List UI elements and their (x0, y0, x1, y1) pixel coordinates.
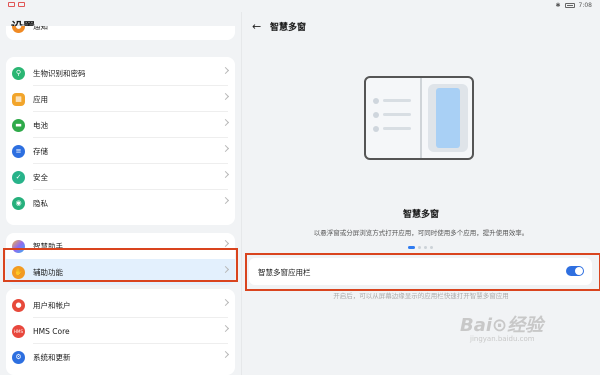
settings-item-privacy[interactable]: ◉ 隐私 (6, 190, 235, 216)
settings-group-system: ⚲ 生物识别和密码 ▦ 应用 ▬ 电池 ≡ 存储 ✓ 安全 ◉ 隐私 (6, 57, 235, 225)
storage-icon: ≡ (12, 144, 25, 158)
bluetooth-icon: ✱ (555, 2, 561, 9)
chevron-right-icon (221, 92, 230, 101)
chevron-right-icon (221, 66, 230, 75)
detail-title: 智慧多窗 (270, 23, 307, 33)
settings-item-label: 用户和帐户 (33, 300, 71, 310)
status-left (8, 2, 25, 7)
settings-item-apps[interactable]: ▦ 应用 (6, 86, 235, 112)
settings-pane: 设置 ● 通知 ⚲ 生物识别和密码 ▦ 应用 ▬ 电池 ≡ 存储 ✓ (0, 12, 242, 375)
settings-item-security[interactable]: ✓ 安全 (6, 164, 235, 190)
settings-item-biometrics[interactable]: ⚲ 生物识别和密码 (6, 60, 235, 86)
chevron-right-icon (221, 324, 230, 333)
settings-item-label: 生物识别和密码 (33, 68, 86, 78)
notification-icon (18, 2, 25, 7)
multiwindow-illustration (364, 76, 474, 160)
privacy-icon: ◉ (12, 196, 25, 210)
chevron-right-icon (221, 170, 230, 179)
settings-item-storage[interactable]: ≡ 存储 (6, 138, 235, 164)
chevron-right-icon (221, 350, 230, 359)
settings-group-accounts: ● 用户和帐户 HMS HMS Core ⚙ 系统和更新 (6, 289, 235, 375)
hms-icon: HMS (12, 324, 25, 338)
settings-item-label: 系统和更新 (33, 352, 71, 362)
shield-icon: ✓ (12, 170, 25, 184)
chevron-right-icon (221, 196, 230, 205)
settings-item-users[interactable]: ● 用户和帐户 (6, 292, 235, 318)
status-bar: ✱ 7:08 (0, 0, 600, 12)
toggle-hint: 开启后，可以从屏幕边缘显示的应用栏快速打开智慧多窗应用 (333, 292, 509, 300)
notification-icon (8, 2, 15, 7)
back-arrow-icon[interactable]: ← (252, 20, 261, 33)
page-indicator[interactable] (408, 246, 433, 249)
chevron-right-icon (221, 144, 230, 153)
settings-item-label: 通知 (33, 26, 48, 31)
highlight-box (245, 253, 600, 291)
settings-item-label: 电池 (33, 120, 48, 130)
chevron-right-icon (221, 118, 230, 127)
settings-item-hms[interactable]: HMS HMS Core (6, 318, 235, 344)
status-right: ✱ 7:08 (555, 2, 592, 9)
feature-title: 智慧多窗 (402, 210, 439, 220)
user-icon: ● (12, 298, 25, 312)
chevron-right-icon (221, 239, 230, 248)
key-icon: ⚲ (12, 66, 25, 80)
settings-item-label: 存储 (33, 146, 48, 156)
settings-item-label: 应用 (33, 94, 48, 104)
apps-icon: ▦ (12, 92, 25, 106)
battery-icon: ▬ (12, 118, 25, 132)
bell-icon: ● (12, 26, 25, 33)
settings-item-system-update[interactable]: ⚙ 系统和更新 (6, 344, 235, 370)
settings-item-label: HMS Core (33, 326, 70, 336)
chevron-right-icon (221, 298, 230, 307)
settings-group-notifications: ● 通知 (6, 26, 235, 40)
watermark-logo: Bai⊙经验 jingyan.baidu.com (460, 315, 544, 343)
feature-description: 以悬浮窗或分屏浏览方式打开应用，可同时使用多个应用，提升使用效率。 (313, 229, 529, 237)
battery-status-icon (564, 3, 575, 8)
status-time: 7:08 (578, 2, 592, 9)
gear-icon: ⚙ (12, 350, 25, 364)
highlight-box (3, 248, 238, 282)
settings-item-label: 安全 (33, 172, 48, 182)
settings-item-label: 隐私 (33, 198, 48, 208)
settings-item-battery[interactable]: ▬ 电池 (6, 112, 235, 138)
settings-item-notifications[interactable]: ● 通知 (6, 26, 235, 39)
